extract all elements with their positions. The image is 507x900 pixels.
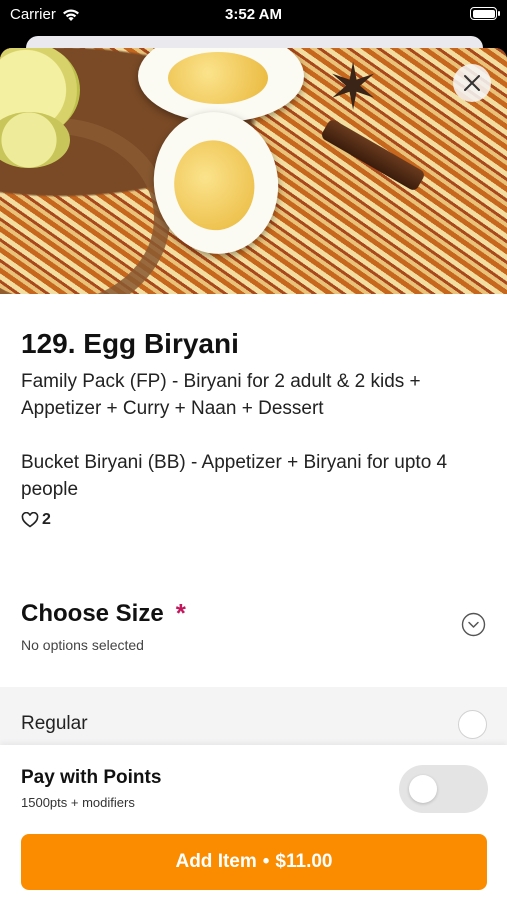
close-icon bbox=[464, 75, 480, 91]
pay-with-points-toggle[interactable] bbox=[399, 765, 488, 813]
status-time: 3:52 AM bbox=[225, 6, 282, 23]
choose-size-subtitle: No options selected bbox=[21, 637, 144, 653]
required-mark: * bbox=[175, 598, 186, 628]
battery-icon bbox=[470, 7, 500, 20]
likes-button[interactable]: 2 bbox=[21, 511, 51, 529]
item-description-family-pack: Family Pack (FP) - Biryani for 2 adult &… bbox=[21, 371, 421, 419]
toggle-knob bbox=[409, 775, 437, 803]
add-item-button[interactable]: Add Item • $11.00 bbox=[21, 834, 487, 890]
item-title: 129. Egg Biryani bbox=[21, 328, 239, 359]
item-detail-modal: ✶ 129. Egg Biryani Family Pack (FP) - Bi… bbox=[0, 48, 507, 900]
egg-image bbox=[138, 48, 304, 122]
heart-icon bbox=[21, 512, 39, 528]
size-option-radio[interactable] bbox=[458, 710, 487, 739]
choose-size-title: Choose Size bbox=[21, 599, 164, 627]
pay-with-points-subtitle: 1500pts + modifiers bbox=[21, 795, 135, 810]
chevron-down-icon[interactable] bbox=[461, 612, 486, 637]
choose-size-header[interactable]: Choose Size * bbox=[21, 598, 186, 629]
pay-with-points-title: Pay with Points bbox=[21, 767, 162, 788]
size-option-label: Regular bbox=[21, 713, 88, 734]
item-description-bucket: Bucket Biryani (BB) - Appetizer + Biryan… bbox=[21, 452, 448, 500]
add-item-price: $11.00 bbox=[275, 851, 333, 872]
likes-count: 2 bbox=[42, 511, 51, 528]
add-item-label: Add Item bbox=[175, 851, 257, 872]
close-button[interactable] bbox=[453, 64, 491, 102]
add-item-separator: • bbox=[262, 851, 270, 872]
status-bar: Carrier 3:52 AM bbox=[0, 0, 507, 30]
item-hero-image: ✶ bbox=[0, 48, 507, 294]
footer: Pay with Points 1500pts + modifiers Add … bbox=[0, 745, 507, 900]
